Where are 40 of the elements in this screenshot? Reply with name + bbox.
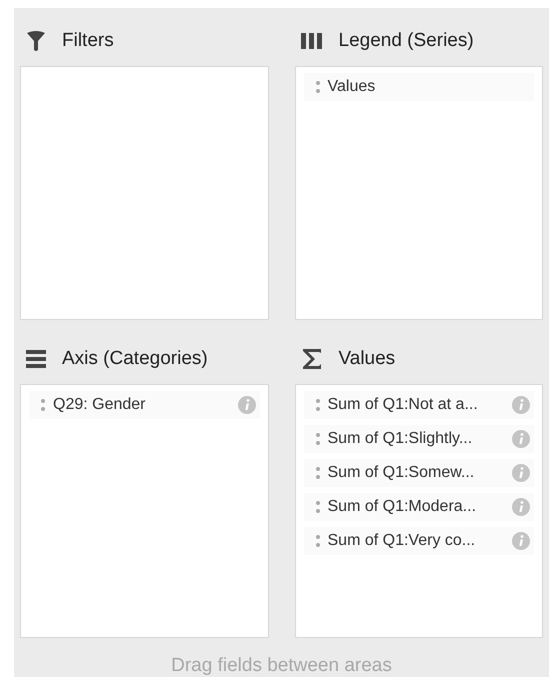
field-label: Sum of Q1:Very co...: [328, 531, 476, 551]
field-label: Sum of Q1:Slightly...: [328, 429, 474, 449]
drag-handle-icon: [316, 535, 320, 547]
drag-handle-icon: [316, 81, 320, 93]
info-icon[interactable]: [512, 464, 530, 482]
area-title: Values: [338, 346, 396, 371]
drag-handle-icon: [316, 433, 320, 445]
field-label: Q29: Gender: [53, 395, 146, 415]
drop-area[interactable]: Q29: Gender: [20, 384, 268, 638]
field-item[interactable]: Sum of Q1:Modera...: [304, 493, 534, 521]
drop-area[interactable]: [20, 66, 268, 320]
area-title: Legend (Series): [338, 28, 474, 53]
field-label: Sum of Q1:Modera...: [328, 497, 478, 517]
bars-icon: [300, 33, 322, 49]
filter-icon: [26, 30, 46, 52]
field-label: Sum of Q1:Not at a...: [328, 395, 479, 415]
drop-area[interactable]: Sum of Q1:Not at a... Sum of Q1:Slightly... Sum of Q1:Somew... Sum of Q1:Modera... Sum of Q1:Very co...: [294, 384, 543, 638]
drag-handle-icon: [41, 399, 45, 411]
area-title: Filters: [62, 28, 114, 53]
field-item[interactable]: Sum of Q1:Very co...: [304, 527, 534, 555]
sigma-icon: [300, 348, 322, 370]
info-icon[interactable]: [512, 396, 530, 414]
drop-area[interactable]: Values: [294, 66, 543, 320]
field-label: Sum of Q1:Somew...: [328, 463, 476, 483]
info-icon[interactable]: [512, 532, 530, 550]
list-icon: [26, 350, 46, 368]
hint-text: Drag fields between areas: [171, 654, 392, 677]
field-item[interactable]: Sum of Q1:Not at a...: [304, 391, 534, 419]
info-icon[interactable]: [512, 430, 530, 448]
drag-handle-icon: [316, 501, 320, 513]
drag-handle-icon: [316, 467, 320, 479]
info-icon[interactable]: [512, 498, 530, 516]
field-item[interactable]: Sum of Q1:Somew...: [304, 459, 534, 487]
field-item[interactable]: Values: [304, 73, 534, 101]
area-title: Axis (Categories): [62, 346, 208, 371]
field-item[interactable]: Sum of Q1:Slightly...: [304, 425, 534, 453]
field-item[interactable]: Q29: Gender: [29, 391, 260, 419]
drag-handle-icon: [316, 399, 320, 411]
info-icon[interactable]: [238, 396, 256, 414]
field-label: Values: [328, 77, 376, 97]
